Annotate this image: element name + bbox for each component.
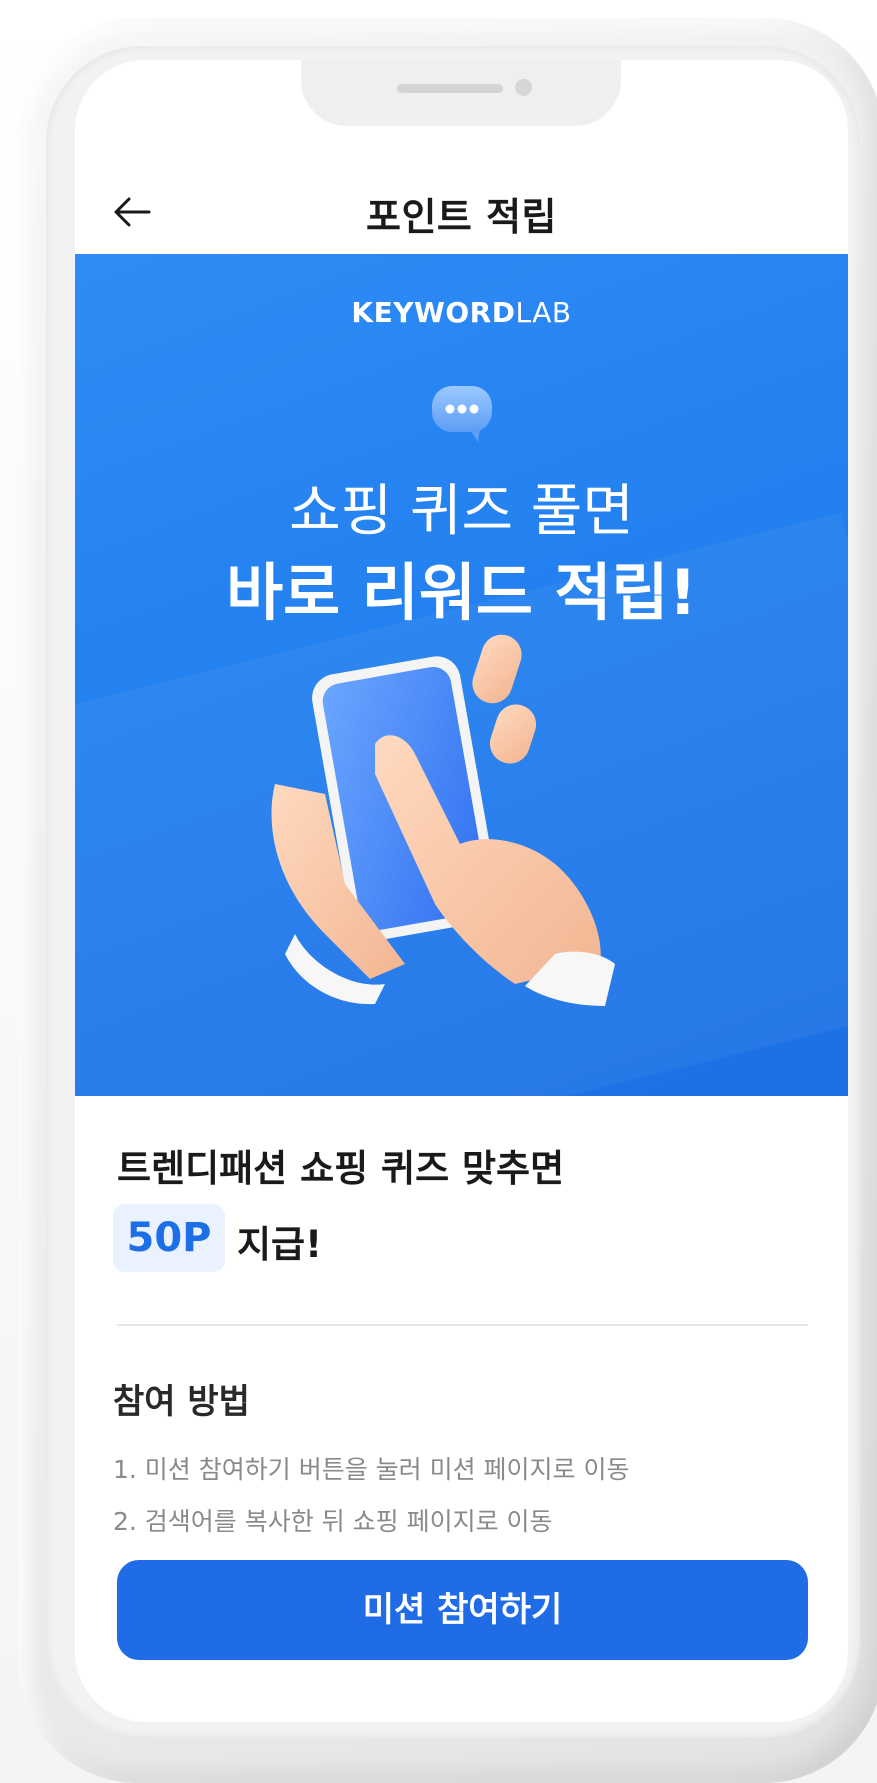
point-badge: 50P [113, 1204, 225, 1272]
howto-step: 1. 미션 참여하기 버튼을 눌러 미션 페이지로 이동 [113, 1455, 630, 1484]
logo-light-text: LAB [515, 296, 572, 329]
device-mockup: 포인트 적립 KEYWORDLAB 쇼핑 퀴즈 풀면 바로 리워드 적립! 트렌… [0, 0, 877, 1783]
banner-headline-1: 쇼핑 퀴즈 풀면 [289, 479, 634, 544]
speaker-grille [397, 84, 503, 93]
hand-tapping-phone-illustration [271, 634, 615, 1006]
keywordlab-logo: KEYWORDLAB [75, 296, 848, 329]
logo-bold-text: KEYWORD [351, 296, 516, 329]
section-divider [117, 1324, 808, 1326]
howto-title: 참여 방법 [113, 1382, 250, 1422]
howto-step: 2. 검색어를 복사한 뒤 쇼핑 페이지로 이동 [113, 1507, 553, 1536]
app-header: 포인트 적립 [75, 170, 848, 256]
promo-banner: KEYWORDLAB 쇼핑 퀴즈 풀면 바로 리워드 적립! [75, 254, 848, 1096]
reward-suffix: 지급! [237, 1223, 322, 1266]
banner-headline-2: 바로 리워드 적립! [226, 556, 697, 629]
reward-title: 트렌디패션 쇼핑 퀴즈 맞추면 [117, 1147, 565, 1190]
join-mission-button[interactable]: 미션 참여하기 [117, 1560, 808, 1660]
chat-bubble-icon [432, 386, 492, 442]
phone-screen: 포인트 적립 KEYWORDLAB 쇼핑 퀴즈 풀면 바로 리워드 적립! 트렌… [75, 60, 848, 1722]
front-camera [515, 79, 532, 96]
page-title: 포인트 적립 [365, 195, 558, 239]
phone-notch [301, 60, 621, 126]
